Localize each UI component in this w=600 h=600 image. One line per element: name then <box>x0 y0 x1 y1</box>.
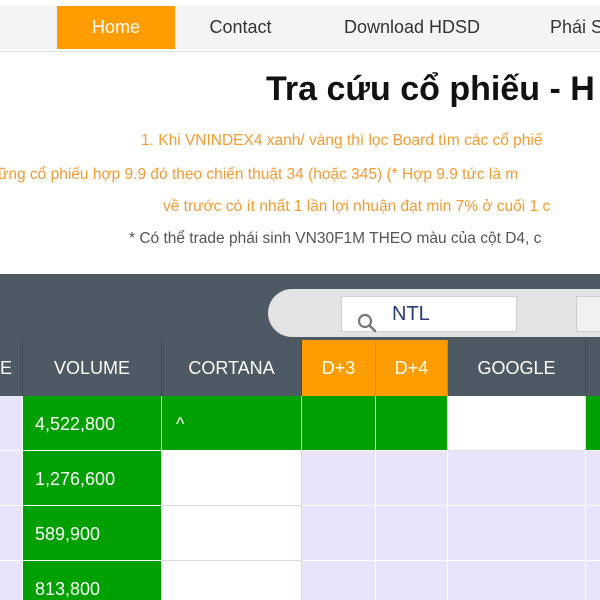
column-header-d4[interactable]: D+4 <box>376 340 448 396</box>
cortana-value: ^ <box>176 414 185 434</box>
google-cell <box>448 506 586 561</box>
volume-cell: 813,800 <box>23 561 162 600</box>
column-header-volume[interactable]: VOLUME <box>23 340 162 396</box>
derivatives-note: * Có thể trade phái sinh VN30F1M THEO mà… <box>129 230 542 247</box>
volume-value: 589,900 <box>35 524 101 544</box>
nav-item-contact[interactable]: Contact <box>175 6 306 49</box>
table-cell <box>0 506 23 561</box>
search-submit-button[interactable] <box>576 296 600 332</box>
table-cell <box>0 561 23 600</box>
google-cell <box>448 451 586 506</box>
google-cell <box>448 561 586 600</box>
nav-item-home[interactable]: Home <box>57 6 175 49</box>
cortana-cell: ^ <box>162 396 302 451</box>
d4-cell <box>376 451 448 506</box>
top-navigation: Home Contact Download HDSD Phái S <box>0 0 600 52</box>
column-header-d3[interactable]: D+3 <box>302 340 376 396</box>
d3-cell <box>302 506 376 561</box>
d3-cell <box>302 396 376 451</box>
column-header-next[interactable] <box>586 340 600 396</box>
column-header-e[interactable]: E <box>0 340 23 396</box>
instruction-line-2: ững cổ phiếu hợp 9.9 đó theo chiến thuật… <box>0 166 519 183</box>
search-band <box>0 274 600 340</box>
d3-cell <box>302 451 376 506</box>
cortana-cell <box>162 561 302 600</box>
page-title: Tra cứu cổ phiếu - H <box>266 70 595 108</box>
table-cell <box>0 396 23 451</box>
table-cell <box>586 561 600 600</box>
d4-cell <box>376 506 448 561</box>
volume-value: 1,276,600 <box>35 469 116 489</box>
google-cell <box>448 396 586 451</box>
volume-value: 813,800 <box>35 579 101 599</box>
column-header-cortana[interactable]: CORTANA <box>162 340 302 396</box>
table-cell <box>586 451 600 506</box>
table-cell <box>586 396 600 451</box>
instruction-line-3: về trước có ít nhất 1 lần lợi nhuận đạt … <box>163 198 551 215</box>
stock-table: E VOLUME CORTANA D+3 D+4 GOOGLE 4,522,80… <box>0 340 600 600</box>
column-header-google[interactable]: GOOGLE <box>448 340 586 396</box>
nav-item-download-hdsd[interactable]: Download HDSD <box>306 6 518 49</box>
d4-cell <box>376 561 448 600</box>
cortana-cell <box>162 451 302 506</box>
cortana-cell <box>162 506 302 561</box>
hero-section: Tra cứu cổ phiếu - H 1. Khi VNINDEX4 xan… <box>0 52 600 274</box>
volume-cell: 1,276,600 <box>23 451 162 506</box>
d4-cell <box>376 396 448 451</box>
table-cell <box>586 506 600 561</box>
search-icon[interactable] <box>356 312 378 334</box>
volume-cell: 589,900 <box>23 506 162 561</box>
volume-cell: 4,522,800 <box>23 396 162 451</box>
volume-value: 4,522,800 <box>35 414 116 434</box>
instruction-line-1: 1. Khi VNINDEX4 xanh/ vàng thì lọc Board… <box>141 132 543 149</box>
d3-cell <box>302 561 376 600</box>
nav-item-phai-sinh[interactable]: Phái S <box>518 6 600 49</box>
table-cell <box>0 451 23 506</box>
